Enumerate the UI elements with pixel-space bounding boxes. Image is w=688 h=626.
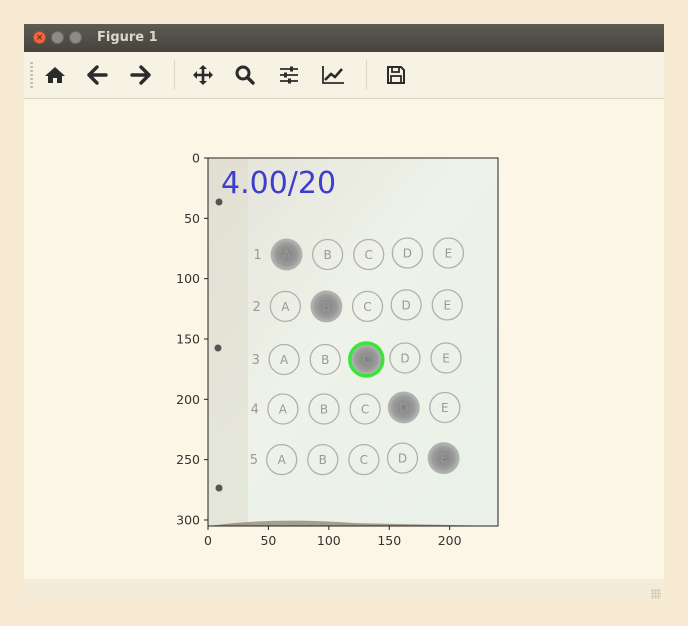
bubble-letter: A xyxy=(279,402,288,416)
bubble-letter: B xyxy=(320,402,328,416)
forward-button[interactable] xyxy=(128,63,154,87)
y-tick-label: 250 xyxy=(176,452,200,467)
x-tick-label: 150 xyxy=(377,533,401,548)
bubble-letter: E xyxy=(441,401,449,415)
x-axis: 0 50 100 150 200 xyxy=(204,526,462,548)
bubble-letter: E xyxy=(445,247,453,261)
figure-canvas[interactable]: 1 A B C D E 2 A B C D E 3 A B C D E 4 A B C D E 5 A B C D E 0 50 100 150… xyxy=(24,99,664,579)
bubble-letter: D xyxy=(399,401,408,415)
x-tick-label: 50 xyxy=(260,533,276,548)
minimize-icon[interactable] xyxy=(51,31,64,44)
toolbar-grip[interactable] xyxy=(30,62,33,88)
bubble-letter: D xyxy=(400,351,409,365)
bubble-letter: C xyxy=(362,353,370,367)
sliders-icon xyxy=(280,66,298,84)
bubble-letter: C xyxy=(365,248,373,262)
bubble-letter: D xyxy=(402,298,411,312)
back-button[interactable] xyxy=(84,63,110,87)
bubble-letter: A xyxy=(278,453,287,467)
bubble-letter: A xyxy=(282,248,291,262)
edit-axes-button[interactable] xyxy=(320,63,346,87)
y-tick-label: 100 xyxy=(176,271,200,286)
answer-sheet-image: 1 A B C D E 2 A B C D E 3 A B C D E 4 A B C D E 5 A B C D E xyxy=(208,158,498,526)
close-icon[interactable]: × xyxy=(33,31,46,44)
navigation-toolbar xyxy=(24,52,664,99)
subplots-button[interactable] xyxy=(276,63,302,87)
bubble-letter: B xyxy=(322,300,330,314)
bubble-letter: B xyxy=(324,248,332,262)
bubble-letter: E xyxy=(443,298,451,312)
toolbar-separator xyxy=(366,60,367,90)
home-button[interactable] xyxy=(42,63,68,87)
question-number: 3 xyxy=(252,353,260,368)
zoom-icon xyxy=(235,65,255,85)
bubble-letter: E xyxy=(440,452,448,466)
forward-arrow-icon xyxy=(130,65,151,85)
alignment-mark xyxy=(214,344,222,352)
toolbar-separator xyxy=(174,60,175,90)
bubble-letter: D xyxy=(403,247,412,261)
bubble-letter: B xyxy=(319,453,327,467)
x-tick-label: 100 xyxy=(317,533,341,548)
home-icon xyxy=(45,67,65,83)
zoom-button[interactable] xyxy=(232,63,258,87)
y-tick-label: 50 xyxy=(184,211,200,226)
pan-button[interactable] xyxy=(190,63,216,87)
x-tick-label: 0 xyxy=(204,533,212,548)
question-number: 4 xyxy=(251,402,259,417)
figure-window: × Figure 1 1 A B C D E 2 A B C D E 3 A B… xyxy=(24,24,664,602)
back-arrow-icon xyxy=(87,65,108,85)
status-bar xyxy=(24,579,664,602)
x-tick-label: 200 xyxy=(438,533,462,548)
bubble-letter: B xyxy=(321,353,329,367)
bubble-letter: A xyxy=(280,353,289,367)
bubble-letter: C xyxy=(361,402,369,416)
plot-axes: 1 A B C D E 2 A B C D E 3 A B C D E 4 A B C D E 5 A B C D E 0 50 100 150… xyxy=(176,151,499,548)
maximize-icon[interactable] xyxy=(69,31,82,44)
bubble-letter: A xyxy=(281,300,290,314)
question-number: 1 xyxy=(253,248,261,263)
save-icon xyxy=(387,66,405,84)
bubble-letter: C xyxy=(363,300,371,314)
score-label: 4.00/20 xyxy=(221,166,336,201)
bubble-letter: E xyxy=(442,351,450,365)
question-number: 5 xyxy=(250,453,258,468)
bubble-letter: D xyxy=(398,452,407,466)
window-title: Figure 1 xyxy=(97,30,158,45)
move-icon xyxy=(193,65,213,85)
y-axis: 0 50 100 150 200 250 300 xyxy=(176,151,208,527)
bubble-letter: C xyxy=(360,453,368,467)
y-tick-label: 200 xyxy=(176,392,200,407)
title-bar: × Figure 1 xyxy=(24,24,664,52)
question-number: 2 xyxy=(252,300,260,315)
y-tick-label: 300 xyxy=(176,512,200,527)
save-button[interactable] xyxy=(383,63,409,87)
alignment-mark xyxy=(215,484,223,492)
y-tick-label: 0 xyxy=(192,151,200,166)
resize-grip[interactable] xyxy=(651,589,661,599)
y-tick-label: 150 xyxy=(176,331,200,346)
line-chart-icon xyxy=(322,66,344,84)
